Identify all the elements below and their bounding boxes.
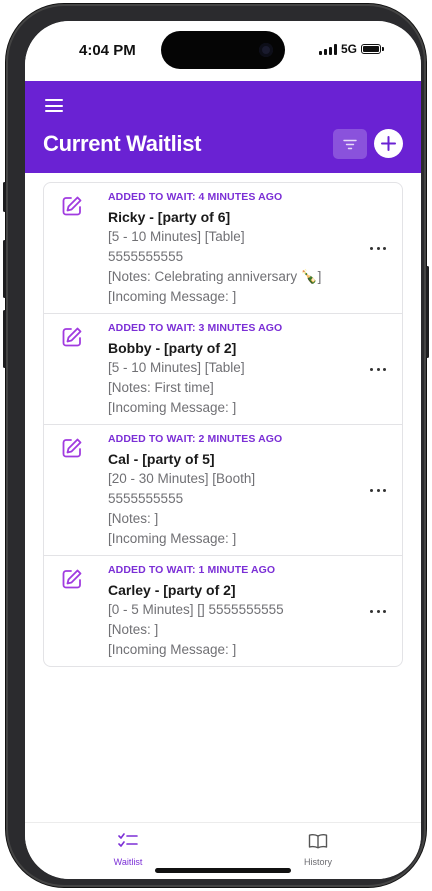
entry-detail: [Incoming Message: ] bbox=[108, 400, 237, 415]
phone-frame: 4:04 PM 5G Current Waitlist ADDED TO WAI… bbox=[3, 4, 429, 887]
action-button bbox=[3, 182, 6, 212]
plus-icon bbox=[381, 136, 396, 151]
more-dot bbox=[383, 609, 386, 613]
tab-bar: Waitlist History bbox=[25, 822, 421, 879]
screen: 4:04 PM 5G Current Waitlist ADDED TO WAI… bbox=[25, 21, 421, 879]
entry-detail: [5 - 10 Minutes] [Table] bbox=[108, 229, 245, 244]
more-options-button[interactable] bbox=[370, 242, 386, 254]
more-dot bbox=[370, 367, 373, 371]
guest-name: Cal - [party of 5] bbox=[108, 451, 215, 467]
more-options-button[interactable] bbox=[370, 605, 386, 617]
add-guest-button[interactable] bbox=[374, 129, 403, 158]
entry-detail: [20 - 30 Minutes] [Booth] bbox=[108, 471, 256, 486]
entry-detail: [Notes: First time] bbox=[108, 380, 214, 395]
signal-icon bbox=[318, 43, 337, 55]
filter-button[interactable] bbox=[333, 129, 367, 159]
menu-icon[interactable] bbox=[45, 99, 63, 112]
waitlist-entry[interactable]: ADDED TO WAIT: 3 MINUTES AGO Bobby - [par… bbox=[44, 314, 402, 425]
more-dot bbox=[370, 609, 373, 613]
more-dot bbox=[376, 488, 380, 492]
waitlist-list: ADDED TO WAIT: 4 MINUTES AGO Ricky - [par… bbox=[43, 182, 403, 667]
entry-detail: [Notes: Celebrating anniversary 🍾] bbox=[108, 269, 322, 284]
volume-up-button bbox=[3, 240, 6, 298]
added-time: ADDED TO WAIT: 1 MINUTE AGO bbox=[108, 564, 276, 576]
edit-icon[interactable] bbox=[61, 568, 83, 590]
entry-detail: [0 - 5 Minutes] [] 5555555555 bbox=[108, 602, 284, 617]
entry-detail: [Notes: ] bbox=[108, 622, 159, 637]
book-icon bbox=[308, 834, 328, 849]
waitlist-entry[interactable]: ADDED TO WAIT: 2 MINUTES AGO Cal - [party… bbox=[44, 425, 402, 556]
status-bar: 4:04 PM 5G bbox=[25, 21, 421, 81]
entry-detail: [5 - 10 Minutes] [Table] bbox=[108, 360, 245, 375]
waitlist-entry[interactable]: ADDED TO WAIT: 1 MINUTE AGO Carley - [par… bbox=[44, 556, 402, 666]
checklist-icon bbox=[118, 833, 138, 847]
added-time: ADDED TO WAIT: 4 MINUTES AGO bbox=[108, 191, 283, 203]
network-label: 5G bbox=[340, 42, 357, 56]
edit-icon[interactable] bbox=[61, 326, 83, 348]
entry-detail: [Incoming Message: ] bbox=[108, 289, 237, 304]
edit-icon[interactable] bbox=[61, 437, 83, 459]
app-header: Current Waitlist bbox=[25, 81, 421, 173]
filter-icon bbox=[343, 139, 357, 149]
guest-name: Carley - [party of 2] bbox=[108, 582, 236, 598]
power-button bbox=[426, 266, 429, 358]
status-time: 4:04 PM bbox=[79, 42, 136, 59]
more-dot bbox=[370, 488, 373, 492]
guest-name: Bobby - [party of 2] bbox=[108, 340, 237, 356]
tab-history-label: History bbox=[303, 857, 332, 867]
added-time: ADDED TO WAIT: 2 MINUTES AGO bbox=[108, 433, 283, 445]
tab-waitlist[interactable]: Waitlist bbox=[88, 833, 168, 867]
status-indicators: 5G bbox=[318, 42, 384, 56]
entry-detail: 5555555555 bbox=[108, 491, 184, 506]
more-options-button[interactable] bbox=[370, 484, 386, 496]
more-options-button[interactable] bbox=[370, 363, 386, 375]
camera-icon bbox=[259, 43, 273, 57]
entry-detail: [Incoming Message: ] bbox=[108, 531, 237, 546]
more-dot bbox=[370, 246, 373, 250]
volume-down-button bbox=[3, 310, 6, 368]
more-dot bbox=[376, 609, 380, 613]
battery-icon bbox=[361, 44, 384, 54]
more-dot bbox=[383, 367, 386, 371]
tab-waitlist-label: Waitlist bbox=[113, 857, 143, 867]
added-time: ADDED TO WAIT: 3 MINUTES AGO bbox=[108, 322, 283, 334]
entry-detail: [Notes: ] bbox=[108, 511, 159, 526]
guest-name: Ricky - [party of 6] bbox=[108, 209, 231, 225]
entry-detail: 5555555555 bbox=[108, 249, 184, 264]
tab-history[interactable]: History bbox=[278, 833, 358, 867]
more-dot bbox=[376, 246, 380, 250]
home-indicator bbox=[155, 868, 291, 873]
entry-detail: [Incoming Message: ] bbox=[108, 642, 237, 657]
dynamic-island bbox=[161, 31, 285, 69]
waitlist-entry[interactable]: ADDED TO WAIT: 4 MINUTES AGO Ricky - [par… bbox=[44, 183, 402, 314]
edit-icon[interactable] bbox=[61, 195, 83, 217]
more-dot bbox=[376, 367, 380, 371]
more-dot bbox=[383, 246, 386, 250]
more-dot bbox=[383, 488, 386, 492]
page-title: Current Waitlist bbox=[43, 131, 202, 156]
